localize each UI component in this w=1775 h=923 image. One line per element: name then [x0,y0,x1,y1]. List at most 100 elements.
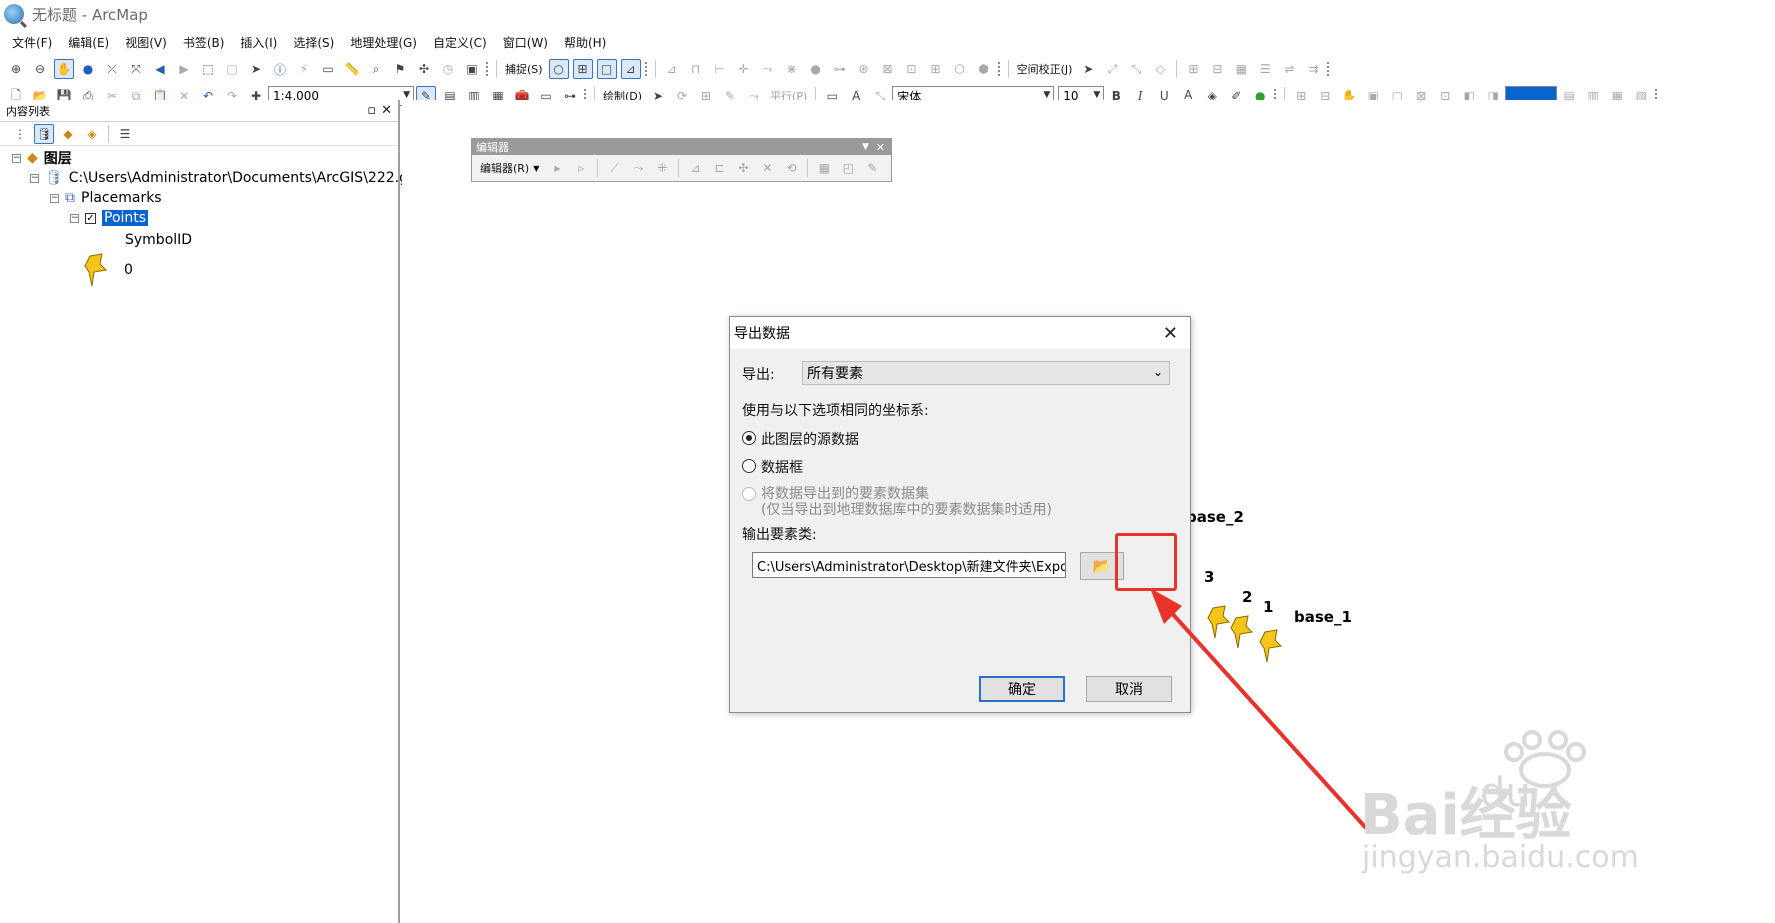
list-by-selection-icon[interactable]: ◈ [82,124,102,144]
find-route-icon[interactable]: ⚑ [390,59,410,79]
collapse-icon[interactable]: − [70,213,79,223]
chevron-down-icon[interactable]: ▼ [533,164,539,173]
show-shared-features-icon[interactable]: ⋇ [782,59,802,79]
select-features-icon[interactable]: ⬚ [198,59,218,79]
layer-visibility-checkbox[interactable]: ✓ [85,212,96,224]
toc-options-icon[interactable]: ☰ [115,124,135,144]
end-snapping-icon[interactable]: ⊞ [572,59,593,79]
trace-icon[interactable]: ⤳ [628,158,648,178]
auto-hide-pin-icon[interactable]: ▫ [367,103,376,118]
chevron-down-icon[interactable]: ▼ [862,142,869,152]
collapse-icon[interactable]: − [12,153,21,163]
fixed-zoom-out-icon[interactable]: ⤧ [126,59,146,79]
edit-annotation-icon[interactable]: ▹ [571,158,591,178]
menu-file[interactable]: 文件(F) [12,34,52,51]
modify-edge-icon[interactable]: ⊓ [686,59,706,79]
new-displacement-link-icon[interactable]: ⤢ [1102,59,1122,79]
feature-dataset-radio[interactable] [742,487,756,501]
edit-tool-arrow-icon[interactable]: ▸ [547,158,567,178]
split-tool-icon[interactable]: ✕ [757,158,777,178]
edge-match-icon[interactable]: ⇌ [1279,59,1299,79]
toolbar-grip[interactable] [997,62,1004,76]
point-tool-icon[interactable]: ⁜ [652,158,672,178]
tree-row-geodatabase[interactable]: − 🛢 C:\Users\Administrator\Documents\Arc… [30,168,426,188]
list-by-drawing-order-icon[interactable]: ⋮ [10,124,30,144]
pan-hand-icon[interactable]: ✋ [54,59,74,79]
export-scope-select[interactable]: 所有要素 ⌄ [802,361,1170,385]
edit-vertices-icon[interactable]: ⊿ [685,158,705,178]
identify-icon[interactable]: ⓘ [270,59,290,79]
multiple-displacement-icon[interactable]: ◇ [1150,59,1170,79]
fixed-zoom-in-icon[interactable]: ⤫ [102,59,122,79]
align-edge-icon[interactable]: ✛ [734,59,754,79]
zoom-in-icon[interactable]: ⊕ [6,59,26,79]
vertex-snapping-icon[interactable]: □ [596,59,617,79]
planarize-icon[interactable]: ⬡ [950,59,970,79]
collapse-icon[interactable]: − [50,193,59,203]
tree-row-placemarks[interactable]: − ⧉ Placemarks [50,188,162,208]
editor-toolbar-titlebar[interactable]: 编辑器 ▼ ✕ [472,139,891,155]
edge-snapping-icon[interactable]: ⊿ [620,59,641,79]
topology-edit-icon[interactable]: ⊿ [662,59,682,79]
full-extent-globe-icon[interactable]: ● [78,59,98,79]
topology-errors-icon[interactable]: ● [806,59,826,79]
dialog-titlebar[interactable]: 导出数据 ✕ [730,317,1190,349]
select-elements-arrow-icon[interactable]: ➤ [246,59,266,79]
menu-customize[interactable]: 自定义(C) [433,34,487,51]
collapse-icon[interactable]: − [30,173,39,183]
snapping-menu[interactable]: 捕捉(S) [505,61,543,77]
list-by-source-icon[interactable]: 🛢 [34,123,54,144]
measure-icon[interactable]: 📏 [342,59,362,79]
tree-row-symbol[interactable]: 0 [82,252,133,288]
spatial-adjustment-menu[interactable]: 空间校正(J) [1017,61,1073,77]
zoom-out-icon[interactable]: ⊖ [30,59,50,79]
menu-bookmarks[interactable]: 书签(B) [183,34,225,51]
sketch-properties-icon[interactable]: ◰ [838,158,858,178]
editor-menu[interactable]: 编辑器(R) [480,160,529,176]
modify-link-icon[interactable]: ⤡ [1126,59,1146,79]
close-icon[interactable]: ✕ [1163,323,1178,344]
go-to-xy-icon[interactable]: ✣ [414,59,434,79]
rotate-tool-icon[interactable]: ⟲ [781,158,801,178]
tree-row-points[interactable]: − ✓ Points [70,208,149,228]
menu-selection[interactable]: 选择(S) [293,34,334,51]
fix-error-icon[interactable]: ⊛ [854,59,874,79]
error-inspector-icon[interactable]: ⊠ [878,59,898,79]
html-popup-icon[interactable]: ▭ [318,59,338,79]
source-data-radio[interactable] [742,431,756,445]
hyperlink-icon[interactable]: ⚡ [294,59,314,79]
generalize-icon[interactable]: ⤳ [758,59,778,79]
ok-button[interactable]: 确定 [979,676,1065,702]
cut-polygons-icon[interactable]: ✣ [733,158,753,178]
reshape-feature-icon[interactable]: ⊏ [709,158,729,178]
view-link-table-icon[interactable]: ☰ [1255,59,1275,79]
tree-row-layers[interactable]: − ◆ 图层 [12,148,72,168]
menu-windows[interactable]: 窗口(W) [503,34,548,51]
clear-limited-adjustment-icon[interactable]: ▦ [1231,59,1251,79]
point-snapping-icon[interactable]: ○ [548,59,569,79]
toolbar-grip[interactable] [486,62,492,76]
straight-segment-icon[interactable]: ⟋ [604,158,624,178]
forward-arrow-icon[interactable]: ▶ [174,59,194,79]
new-identity-link-icon[interactable]: ⊞ [1183,59,1203,79]
list-by-visibility-icon[interactable]: ◆ [58,124,78,144]
topology-preferences-icon[interactable]: ⬢ [974,59,994,79]
output-path-field[interactable]: C:\Users\Administrator\Desktop\新建文件夹\Exp… [752,552,1066,578]
clear-selection-icon[interactable]: ▢ [222,59,242,79]
validate-topology-icon[interactable]: ⊶ [830,59,850,79]
viewer-window-icon[interactable]: ▣ [462,59,482,79]
reshape-edge-icon[interactable]: ⊢ [710,59,730,79]
attribute-transfer-icon[interactable]: ⇉ [1303,59,1323,79]
points-layer-label[interactable]: Points [102,210,149,226]
attributes-icon[interactable]: ▦ [814,158,834,178]
menu-edit[interactable]: 编辑(E) [68,34,109,51]
new-limited-adjustment-icon[interactable]: ⊟ [1207,59,1227,79]
close-icon[interactable]: ✕ [876,141,885,154]
select-elements-icon[interactable]: ➤ [1078,59,1098,79]
toolbar-grip[interactable] [644,62,651,76]
back-arrow-icon[interactable]: ◀ [150,59,170,79]
build-topology-icon[interactable]: ⊡ [902,59,922,79]
menu-view[interactable]: 视图(V) [125,34,167,51]
menu-geoprocessing[interactable]: 地理处理(G) [350,34,417,51]
source-data-option-label[interactable]: 此图层的源数据 [761,429,859,449]
